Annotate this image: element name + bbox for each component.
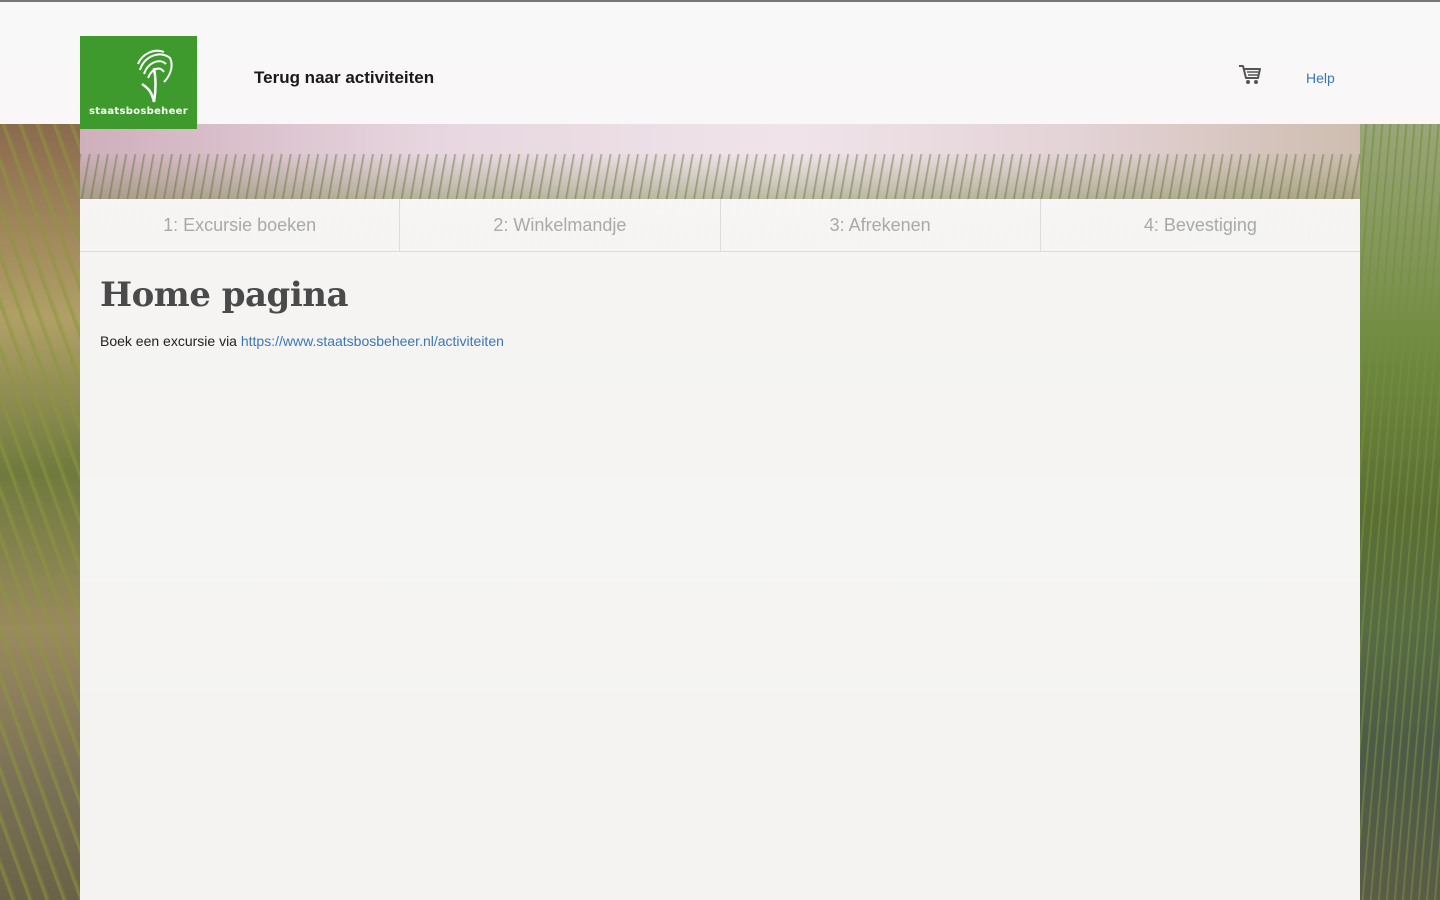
- checkout-steps: 1: Excursie boeken 2: Winkelmandje 3: Af…: [80, 199, 1360, 252]
- page-title: Home pagina: [100, 275, 349, 315]
- step-bevestiging[interactable]: 4: Bevestiging: [1041, 199, 1360, 251]
- help-link[interactable]: Help: [1306, 70, 1335, 86]
- site-header: Terug naar activiteiten Help: [0, 0, 1440, 124]
- activities-url-link[interactable]: https://www.staatsbosbeheer.nl/activitei…: [241, 333, 504, 349]
- background-left-plants: [0, 124, 80, 900]
- back-to-activities-link[interactable]: Terug naar activiteiten: [254, 68, 434, 88]
- step-afrekenen[interactable]: 3: Afrekenen: [721, 199, 1041, 251]
- tree-logo-icon: [137, 49, 173, 103]
- step-excursie-boeken[interactable]: 1: Excursie boeken: [80, 199, 401, 251]
- background-right-plants: [1360, 124, 1440, 900]
- staatsbosbeheer-logo[interactable]: staatsbosbeheer: [80, 36, 197, 129]
- step-winkelmandje[interactable]: 2: Winkelmandje: [400, 199, 721, 251]
- intro-label: Boek een excursie via: [100, 333, 241, 349]
- shopping-cart-icon[interactable]: [1238, 64, 1262, 86]
- intro-text: Boek een excursie via https://www.staats…: [100, 333, 504, 349]
- main-panel: 1: Excursie boeken 2: Winkelmandje 3: Af…: [80, 199, 1360, 900]
- logo-wordmark: staatsbosbeheer: [89, 106, 188, 117]
